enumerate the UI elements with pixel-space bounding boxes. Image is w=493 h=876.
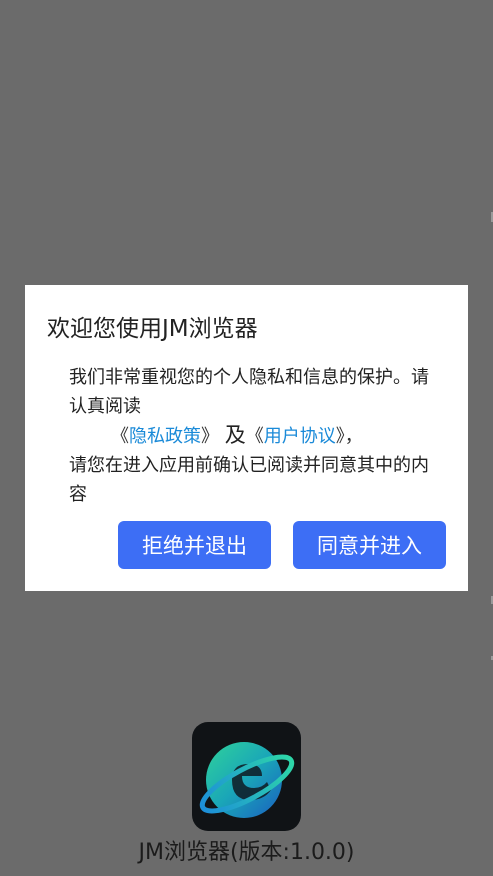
reject-exit-button[interactable]: 拒绝并退出 [118, 521, 271, 569]
policy-links-line: 《隐私政策》 及《用户协议》， [69, 421, 429, 451]
bracket-close: 》 [201, 426, 219, 447]
and-text: 及 [224, 423, 246, 447]
privacy-dialog: 欢迎您使用JM浏览器 我们非常重视您的个人隐私和信息的保护。请认真阅读 《隐私政… [25, 285, 468, 591]
bracket-open: 《 [111, 426, 129, 447]
agree-enter-button[interactable]: 同意并进入 [293, 521, 446, 569]
dialog-title: 欢迎您使用JM浏览器 [47, 316, 258, 342]
dialog-body: 我们非常重视您的个人隐私和信息的保护。请认真阅读 《隐私政策》 及《用户协议》，… [69, 363, 429, 509]
jm-browser-logo-icon [192, 722, 301, 831]
body-text-intro: 我们非常重视您的个人隐私和信息的保护。请认真阅读 [69, 367, 429, 417]
app-name-version: JM浏览器(版本:1.0.0) [138, 840, 355, 865]
body-text-confirm: 请您在进入应用前确认已阅读并同意其中的内容 [69, 455, 429, 505]
bracket-close: 》， [335, 426, 363, 447]
user-agreement-link[interactable]: 用户协议 [264, 426, 336, 447]
privacy-policy-link[interactable]: 隐私政策 [129, 426, 201, 447]
bracket-open: 《 [245, 426, 264, 447]
splash-screen: 欢迎您使用JM浏览器 我们非常重视您的个人隐私和信息的保护。请认真阅读 《隐私政… [0, 0, 493, 876]
